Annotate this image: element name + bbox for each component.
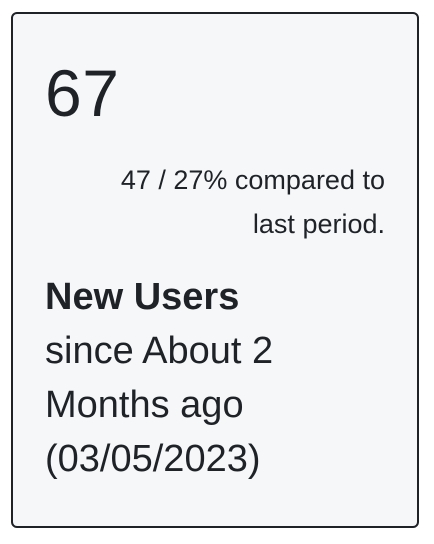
- new-users-stat-card: 67 47 / 27% compared to last period. New…: [11, 12, 419, 528]
- comparison-line-2: last period.: [252, 209, 385, 239]
- comparison-line-1: 47 / 27% compared to: [120, 165, 385, 195]
- card-title: New Users since About 2 Months ago (03/0…: [45, 270, 405, 486]
- card-title-line-2: since About 2: [45, 330, 274, 372]
- card-title-line-3: Months ago: [45, 384, 244, 426]
- comparison-text: 47 / 27% compared to last period.: [45, 158, 385, 246]
- card-title-heading: New Users: [45, 276, 240, 318]
- metric-value: 67: [45, 56, 120, 130]
- card-title-date: (03/05/2023): [45, 438, 261, 480]
